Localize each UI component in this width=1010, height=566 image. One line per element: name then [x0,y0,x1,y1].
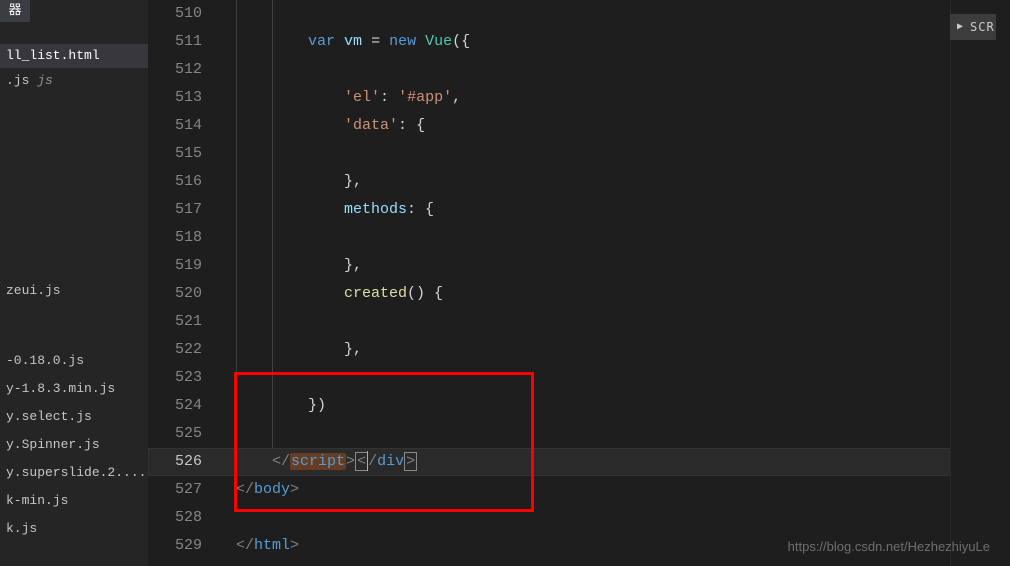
line-number: 521 [148,308,220,336]
line-number: 514 [148,112,220,140]
code-line: }, [236,336,1010,364]
file-item[interactable]: zeui.js [0,280,148,302]
file-item[interactable]: k-min.js [0,490,148,512]
file-item[interactable]: k.js [0,518,148,540]
active-file-tab[interactable]: ll_list.html [0,44,148,68]
code-line [236,140,1010,168]
code-editor[interactable]: 5105115125135145155165175185195205215225… [148,0,1010,566]
code-line: created() { [236,280,1010,308]
line-number: 527 [148,476,220,504]
code-line [236,420,1010,448]
line-number: 525 [148,420,220,448]
file-item[interactable]: y-1.8.3.min.js [0,378,148,400]
line-number: 528 [148,504,220,532]
code-line [236,224,1010,252]
breadcrumb-overflow-button[interactable]: ▶ SCR [950,14,996,40]
code-line [236,504,1010,532]
code-line [236,56,1010,84]
chevron-right-icon: ▶ [950,21,970,33]
line-number: 522 [148,336,220,364]
line-number: 511 [148,28,220,56]
line-number: 529 [148,532,220,560]
editor-right-lane [950,0,1010,566]
line-number: 516 [148,168,220,196]
line-number: 520 [148,280,220,308]
line-number: 524 [148,392,220,420]
code-line [236,0,1010,28]
file-item[interactable]: y.select.js [0,406,148,428]
line-number: 512 [148,56,220,84]
file-item[interactable]: y.superslide.2.... [0,462,148,484]
file-item[interactable]: .js js [0,70,148,92]
code-line [236,308,1010,336]
code-line [236,364,1010,392]
line-number-gutter: 5105115125135145155165175185195205215225… [148,0,220,566]
file-explorer: 器 ll_list.html .js js zeui.js -0.18.0.js y-… [0,0,148,566]
code-line: var vm = new Vue({ [236,28,1010,56]
code-line: methods: { [236,196,1010,224]
watermark-text: https://blog.csdn.net/HezhezhiyuLe [788,539,990,554]
line-number: 517 [148,196,220,224]
file-item[interactable]: -0.18.0.js [0,350,148,372]
line-number: 518 [148,224,220,252]
code-area[interactable]: var vm = new Vue({ 'el': '#app', 'data':… [236,0,1010,566]
code-line: }, [236,168,1010,196]
line-number: 523 [148,364,220,392]
line-number: 510 [148,0,220,28]
code-line: </script></div> [236,448,1010,476]
code-line: 'data': { [236,112,1010,140]
code-line: }, [236,252,1010,280]
line-number: 513 [148,84,220,112]
code-line: </body> [236,476,1010,504]
line-number: 526 [148,448,220,476]
line-number: 519 [148,252,220,280]
breadcrumb-overflow-label: SCR [970,20,995,34]
file-item[interactable]: y.Spinner.js [0,434,148,456]
line-number: 515 [148,140,220,168]
code-line: 'el': '#app', [236,84,1010,112]
code-line: }) [236,392,1010,420]
sidebar-chip: 器 [0,0,30,22]
